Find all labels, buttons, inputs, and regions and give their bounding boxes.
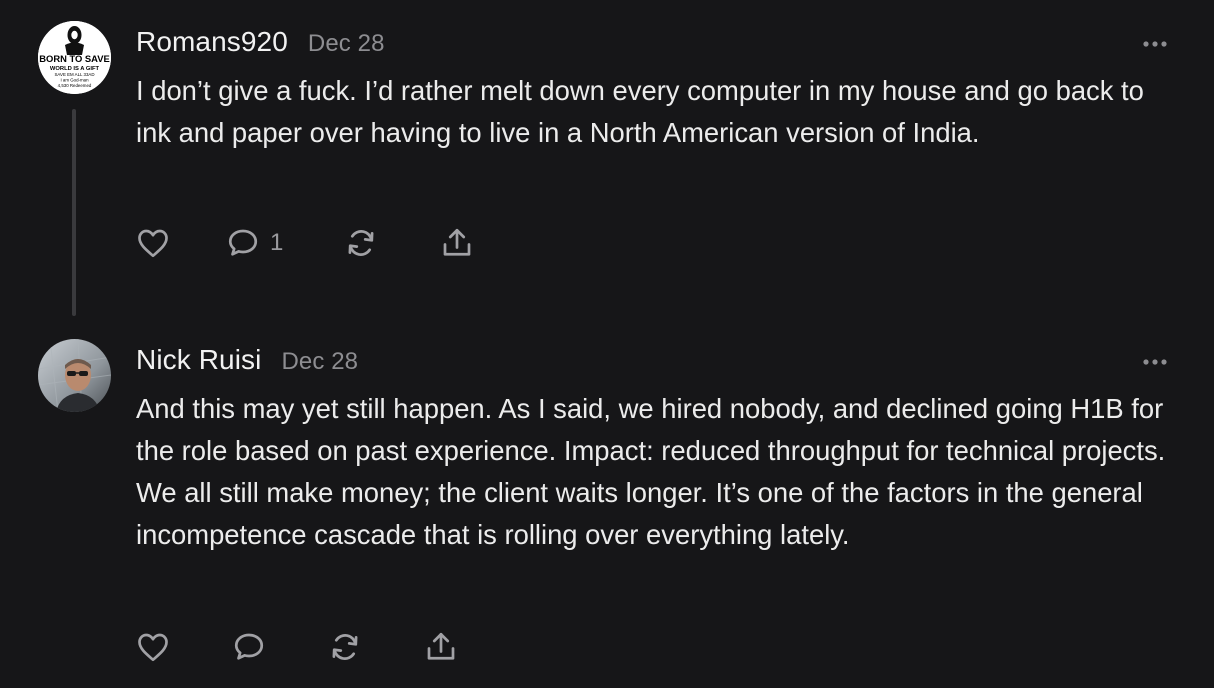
- comment-nick-ruisi: Nick Ruisi Dec 28 And this may yet still …: [0, 330, 1214, 688]
- like-button[interactable]: [134, 627, 172, 667]
- comment-thread: BORN TO SAVE WORLD IS A GIFT SAVE EM ALL…: [0, 0, 1214, 688]
- more-options-button[interactable]: [1142, 36, 1168, 47]
- comment-body: And this may yet still happen. As I said…: [136, 393, 1166, 550]
- svg-text:SAVE EM ALL 33AD: SAVE EM ALL 33AD: [54, 72, 94, 77]
- heart-icon: [138, 633, 168, 662]
- thread-line: [72, 109, 76, 316]
- comment-date[interactable]: Dec 28: [281, 348, 358, 375]
- like-button[interactable]: [134, 223, 172, 263]
- comment-date[interactable]: Dec 28: [308, 30, 385, 57]
- svg-text:4,530 Redeemed: 4,530 Redeemed: [58, 83, 92, 88]
- svg-text:I am God-man: I am God-man: [60, 78, 89, 83]
- reply-button[interactable]: [230, 627, 276, 667]
- svg-text:BORN TO SAVE: BORN TO SAVE: [39, 53, 110, 64]
- restack-icon: [348, 230, 374, 256]
- restack-button[interactable]: [342, 223, 380, 263]
- heart-icon: [138, 229, 168, 258]
- more-options-button[interactable]: [1142, 354, 1168, 365]
- comment-icon: [228, 229, 258, 256]
- restack-button[interactable]: [326, 627, 364, 667]
- comment-header: Romans920 Dec 28: [136, 26, 385, 58]
- more-icon: [1143, 359, 1167, 365]
- reply-button[interactable]: 1: [224, 223, 283, 263]
- comment-body: I don’t give a fuck. I’d rather melt dow…: [136, 75, 1144, 148]
- reply-count: 1: [270, 229, 284, 256]
- share-button[interactable]: [422, 627, 460, 667]
- share-icon: [443, 228, 471, 256]
- author-name[interactable]: Nick Ruisi: [136, 344, 261, 375]
- avatar-image: BORN TO SAVE WORLD IS A GIFT SAVE EM ALL…: [38, 21, 111, 94]
- avatar-image: [38, 339, 111, 412]
- avatar[interactable]: [38, 339, 111, 412]
- comment-icon: [234, 633, 264, 660]
- share-button[interactable]: [438, 223, 476, 263]
- author-name[interactable]: Romans920: [136, 26, 288, 57]
- avatar[interactable]: BORN TO SAVE WORLD IS A GIFT SAVE EM ALL…: [38, 21, 111, 94]
- comment-header: Nick Ruisi Dec 28: [136, 344, 358, 376]
- more-icon: [1143, 41, 1167, 47]
- comment-romans920: BORN TO SAVE WORLD IS A GIFT SAVE EM ALL…: [0, 0, 1214, 330]
- restack-icon: [332, 634, 358, 660]
- share-icon: [427, 632, 455, 660]
